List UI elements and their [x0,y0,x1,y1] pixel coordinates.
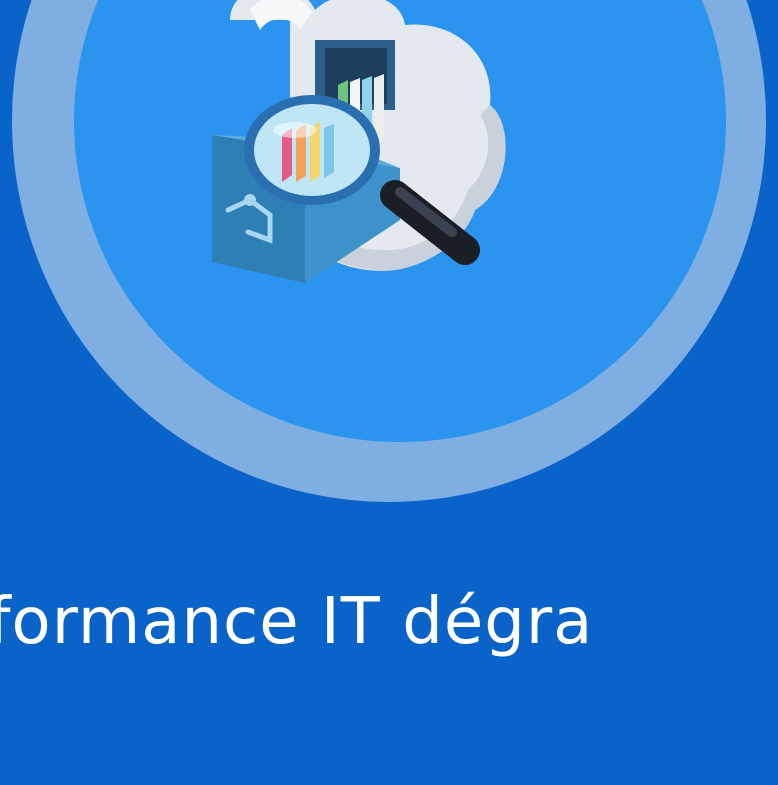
cloud-file-drawer-magnifier-icon [212,0,506,283]
page-title: formance IT dégra [0,585,594,659]
